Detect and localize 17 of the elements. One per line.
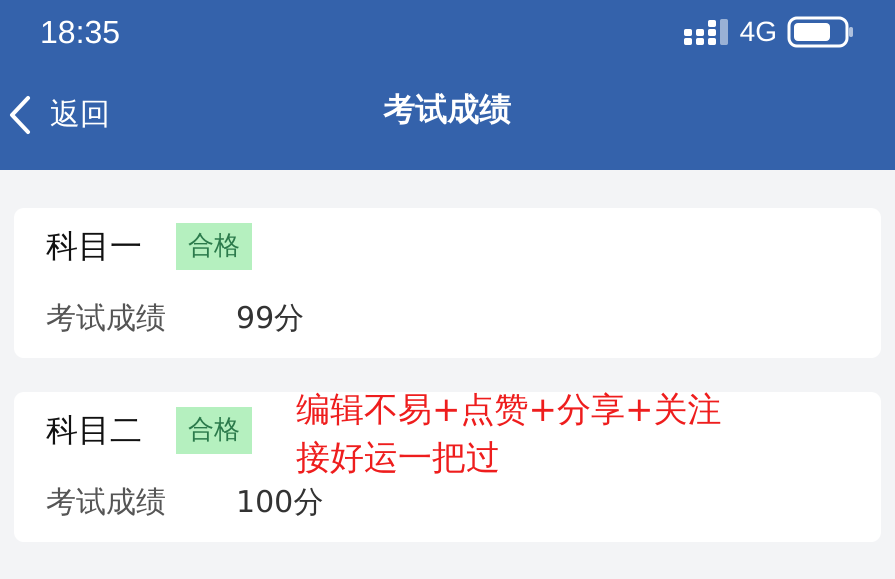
subject-title: 科目二 — [46, 410, 142, 451]
caption-line: 接好运一把过 — [296, 437, 501, 480]
score-value: 99分 — [236, 300, 304, 338]
page-title: 考试成绩 — [384, 89, 512, 130]
score-label: 考试成绩 — [46, 484, 166, 522]
status-time: 18:35 — [40, 13, 120, 52]
battery-icon — [787, 16, 855, 48]
status-badge: 合格 — [176, 222, 252, 270]
signal-icon — [684, 19, 730, 45]
back-icon — [8, 94, 32, 134]
caption-line: 编辑不易+点赞+分享+关注 — [296, 389, 722, 432]
back-button[interactable]: 返回 — [8, 92, 110, 137]
score-label: 考试成绩 — [46, 300, 166, 338]
score-value: 100分 — [236, 484, 324, 522]
network-label: 4G — [740, 15, 777, 49]
status-badge: 合格 — [176, 406, 252, 454]
subject-title: 科目一 — [46, 226, 142, 267]
